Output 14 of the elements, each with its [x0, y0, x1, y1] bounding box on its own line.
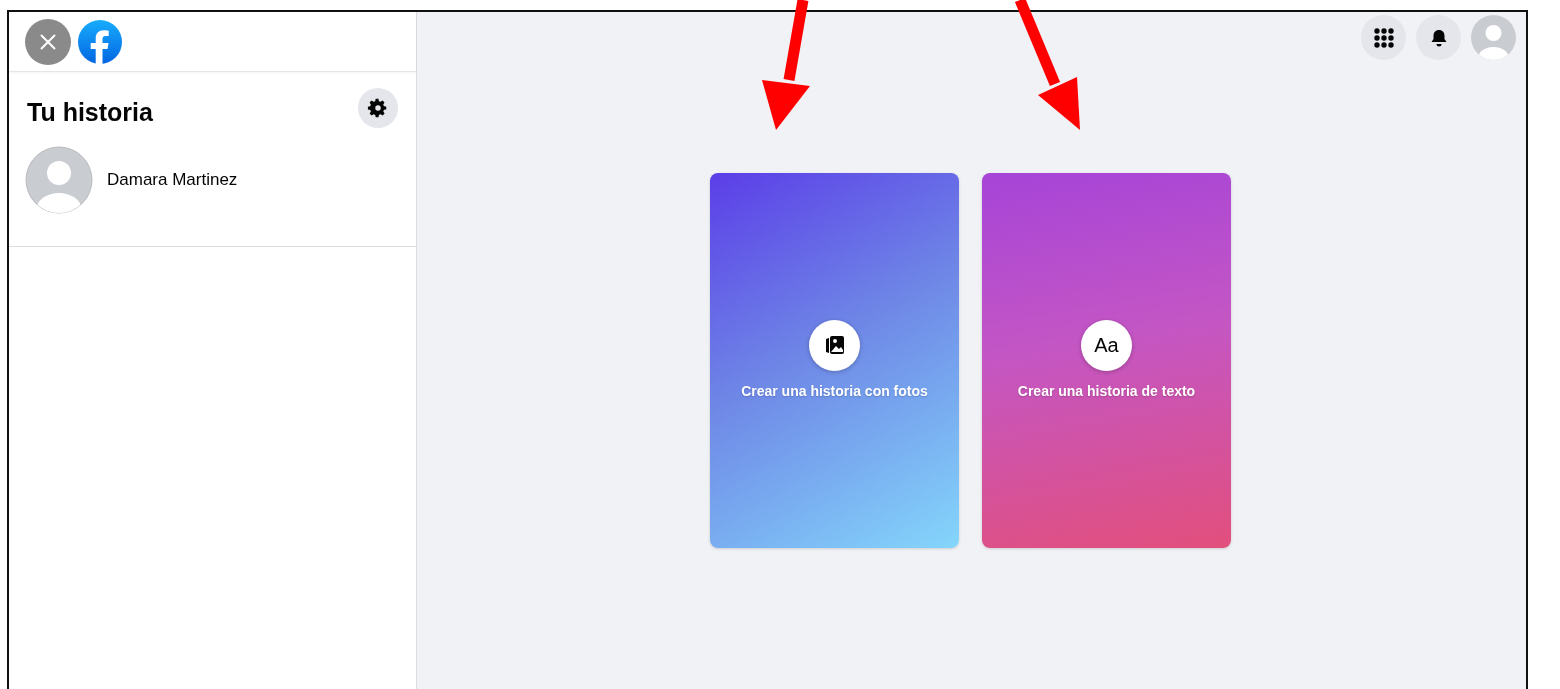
close-icon	[38, 31, 58, 52]
grid-icon	[1372, 26, 1395, 49]
menu-button[interactable]	[1361, 15, 1406, 60]
close-button[interactable]	[25, 18, 71, 65]
text-story-card[interactable]: Aa Crear una historia de texto	[982, 173, 1231, 548]
settings-button[interactable]	[358, 88, 398, 128]
notifications-button[interactable]	[1416, 15, 1461, 60]
photos-icon	[809, 319, 860, 371]
avatar-icon	[25, 146, 93, 214]
text-style-icon: Aa	[1081, 319, 1132, 371]
user-name[interactable]: Damara Martinez	[107, 167, 238, 193]
gear-icon	[367, 97, 389, 119]
sidebar-title: Tu historia	[27, 97, 153, 127]
logo-icon[interactable]	[77, 18, 123, 65]
